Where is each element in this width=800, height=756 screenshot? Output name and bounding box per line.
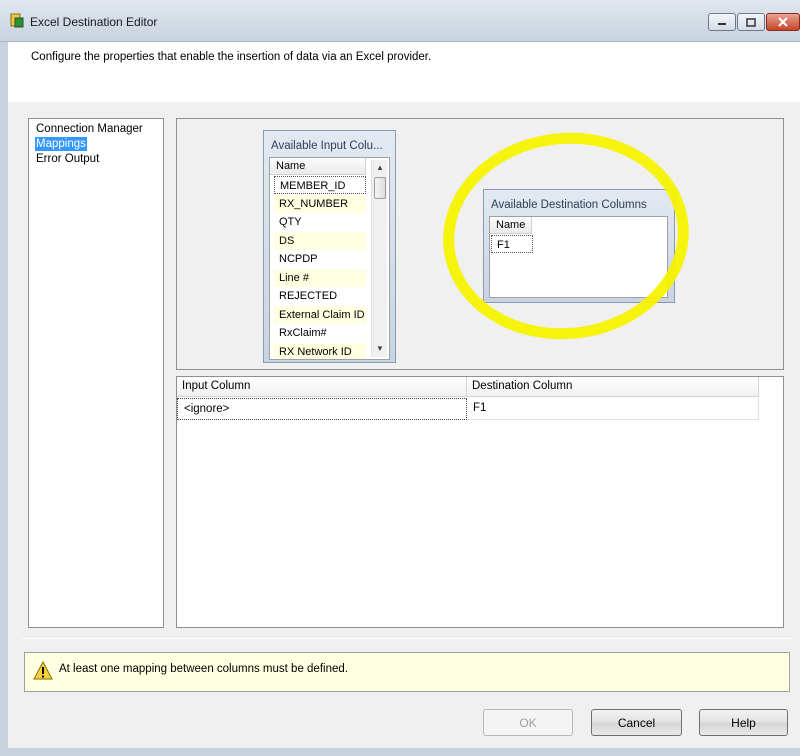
input-table-scrollbar[interactable]: ▲ ▼ bbox=[371, 160, 387, 357]
maximize-button[interactable] bbox=[737, 13, 765, 31]
scroll-thumb[interactable] bbox=[374, 177, 386, 199]
grid-cell-destination[interactable]: F1 bbox=[467, 398, 759, 420]
minimize-icon bbox=[718, 23, 726, 25]
available-input-columns-table[interactable]: Available Input Colu... Name MEMBER_ID R… bbox=[263, 130, 396, 363]
list-item[interactable]: RxClaim# bbox=[274, 324, 366, 342]
warning-message-bar: At least one mapping between columns mus… bbox=[24, 652, 790, 692]
list-item[interactable]: REJECTED bbox=[274, 287, 366, 305]
separator-line bbox=[22, 638, 792, 639]
list-item[interactable]: MEMBER_ID bbox=[274, 176, 366, 194]
ok-button[interactable]: OK bbox=[483, 709, 573, 736]
list-item[interactable]: RX Network ID bbox=[274, 343, 366, 359]
list-item[interactable]: Line # bbox=[274, 269, 366, 287]
nav-item-error-output[interactable]: Error Output bbox=[35, 152, 100, 166]
grid-header-input-column[interactable]: Input Column bbox=[177, 377, 467, 397]
input-table-list[interactable]: Name MEMBER_ID RX_NUMBER QTY DS NCPDP Li… bbox=[269, 157, 390, 360]
list-item[interactable]: External Claim ID bbox=[274, 306, 366, 324]
minimize-button[interactable] bbox=[708, 13, 736, 31]
window-frame-left bbox=[0, 42, 8, 756]
input-table-header: Name bbox=[270, 158, 366, 175]
nav-item-connection-manager[interactable]: Connection Manager bbox=[35, 122, 144, 136]
cancel-button[interactable]: Cancel bbox=[591, 709, 682, 736]
warning-text: At least one mapping between columns mus… bbox=[59, 663, 348, 675]
scroll-up-icon[interactable]: ▲ bbox=[372, 160, 388, 176]
grid-cell-input[interactable]: <ignore> bbox=[177, 398, 467, 420]
close-icon bbox=[778, 17, 788, 27]
warning-icon bbox=[33, 661, 53, 680]
close-button[interactable] bbox=[766, 13, 800, 31]
input-table-title: Available Input Colu... bbox=[271, 140, 383, 152]
scroll-down-icon[interactable]: ▼ bbox=[372, 341, 388, 357]
window-frame-bottom bbox=[0, 748, 800, 756]
window-title: Excel Destination Editor bbox=[30, 15, 158, 29]
nav-item-mappings[interactable]: Mappings bbox=[35, 137, 87, 151]
list-item[interactable]: RX_NUMBER bbox=[274, 195, 366, 213]
list-item[interactable]: QTY bbox=[274, 213, 366, 231]
app-icon bbox=[10, 13, 24, 28]
mapping-grid[interactable]: Input Column Destination Column <ignore>… bbox=[176, 376, 784, 628]
page-navigation: Connection Manager Mappings Error Output bbox=[28, 118, 164, 628]
help-button[interactable]: Help bbox=[699, 709, 788, 736]
header-description: Configure the properties that enable the… bbox=[31, 51, 432, 63]
list-item[interactable]: DS bbox=[274, 232, 366, 250]
maximize-icon bbox=[746, 17, 756, 27]
grid-header-destination-column[interactable]: Destination Column bbox=[467, 377, 759, 397]
list-item[interactable]: NCPDP bbox=[274, 250, 366, 268]
